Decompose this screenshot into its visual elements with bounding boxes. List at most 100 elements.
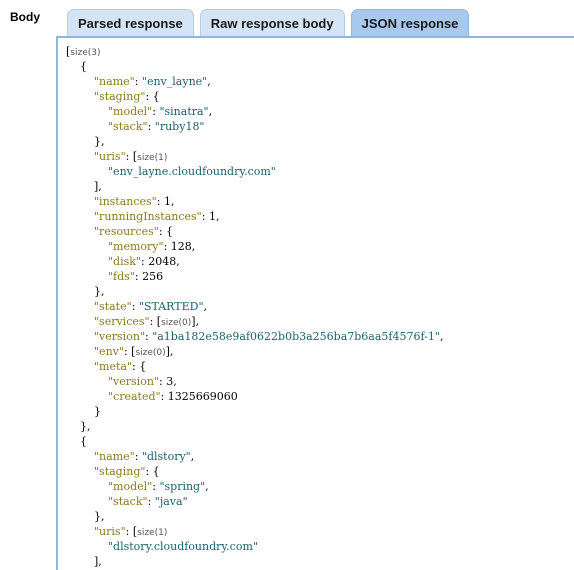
json-line: "resources": { [66,224,443,239]
json-punct: : [156,195,164,208]
json-line: }, [66,134,443,149]
json-line: }, [66,509,443,524]
json-punct: , [208,105,213,118]
json-key: "runningInstances" [94,210,202,223]
json-key: "model" [108,105,153,118]
json-key: "uris" [94,525,126,538]
json-punct: : [ [125,525,138,538]
json-key: "env" [94,345,124,358]
json-key: "uris" [94,150,126,163]
json-punct: ], [165,345,174,358]
json-punct: }, [94,510,105,523]
json-punct: { [80,435,87,448]
json-key: "version" [94,330,145,343]
tab-raw-response-body[interactable]: Raw response body [199,9,345,36]
json-punct: ], [94,180,102,193]
json-punct: : [134,450,142,463]
json-punct: : [163,240,171,253]
json-punct: : [160,390,168,403]
json-number: 256 [142,270,164,283]
json-punct: }, [94,135,105,148]
json-string: "a1ba182e58e9af0622b0b3a256ba7b6aa5f4576… [152,330,440,343]
json-line: "disk": 2048, [66,254,443,269]
tab-parsed-response[interactable]: Parsed response [67,9,194,36]
json-punct: , [203,300,208,313]
json-key: "stack" [108,495,148,508]
json-number: 128 [170,240,192,253]
json-punct: , [191,240,196,253]
json-punct: ], [191,315,200,328]
json-key: "model" [108,480,153,493]
json-line: "memory": 128, [66,239,443,254]
json-line: { [66,434,443,449]
json-line: "name": "env_layne", [66,74,443,89]
json-line: "meta": { [66,359,443,374]
json-punct: : { [158,225,174,238]
json-string: "dlstory.cloudfoundry.com" [108,540,258,553]
json-punct: , [190,450,195,463]
json-line: "model": "sinatra", [66,104,443,119]
json-line: "instances": 1, [66,194,443,209]
json-line: "env_layne.cloudfoundry.com" [66,164,443,179]
json-key: "meta" [94,360,133,373]
json-line: "services": [size(0)], [66,314,443,329]
json-punct: , [215,210,220,223]
json-string: "java" [154,495,188,508]
json-punct: : [ [149,315,162,328]
json-line: } [66,404,443,419]
json-line: "staging": { [66,464,443,479]
json-line: "stack": "ruby18" [66,119,443,134]
json-string: "env_layne" [141,75,208,88]
json-punct: }, [80,420,91,433]
json-punct: : [134,270,143,283]
json-key: "memory" [108,240,164,253]
json-punct: , [170,195,175,208]
json-string: "STARTED" [138,300,204,313]
json-line: ], [66,179,443,194]
json-line: "staging": { [66,89,443,104]
json-punct: : { [132,360,147,373]
json-size-meta: size(0) [135,348,166,358]
json-number: 2048 [148,255,177,268]
json-size-meta: size(1) [137,153,168,163]
json-size-meta: size(1) [137,528,168,538]
json-punct: , [205,480,209,493]
json-key: "resources" [94,225,159,238]
json-line: "version": "a1ba182e58e9af0622b0b3a256ba… [66,329,443,344]
json-line: "env": [size(0)], [66,344,443,359]
json-line: "dlstory.cloudfoundry.com" [66,539,443,554]
json-punct: { [80,60,87,73]
json-key: "services" [94,315,150,328]
json-key: "version" [108,375,159,388]
json-line: "uris": [size(1) [66,524,443,539]
json-line: "name": "dlstory", [66,449,443,464]
json-punct: : { [145,465,160,478]
json-line: "runningInstances": 1, [66,209,443,224]
json-line: ], [66,554,443,569]
json-punct: ], [94,555,102,568]
json-line: "version": 3, [66,374,443,389]
json-string: "ruby18" [154,120,205,133]
json-line: [size(3) [66,44,443,59]
json-punct: } [94,405,101,418]
tab-json-response[interactable]: JSON response [350,9,470,37]
json-punct: , [176,255,180,268]
json-size-meta: size(3) [70,48,101,58]
json-punct: , [439,330,444,343]
json-key: "state" [94,300,132,313]
json-line: "stack": "java" [66,494,443,509]
json-line: "created": 1325669060 [66,389,443,404]
json-key: "staging" [94,90,146,103]
json-punct: , [173,375,177,388]
json-number: 1325669060 [167,390,238,403]
json-string: "dlstory" [141,450,191,463]
json-punct: , [207,75,211,88]
json-key: "name" [94,75,135,88]
json-punct: : [147,120,155,133]
json-key: "name" [94,450,135,463]
json-number: 1 [163,195,171,208]
json-line: "fds": 256 [66,269,443,284]
json-line: { [66,59,443,74]
json-punct: : [131,300,139,313]
json-string: "sinatra" [159,105,209,118]
